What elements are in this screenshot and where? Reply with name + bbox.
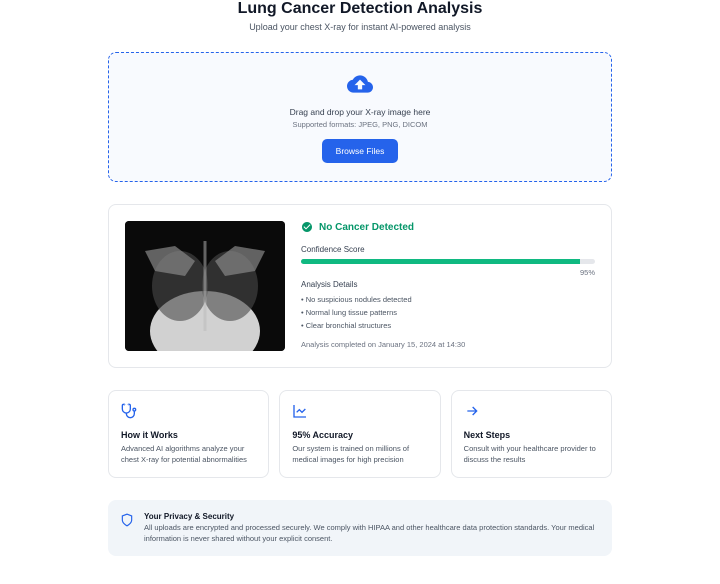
analysis-details-label: Analysis Details	[301, 280, 595, 289]
xray-image	[125, 221, 285, 351]
confidence-percent: 95%	[580, 268, 595, 277]
drop-text: Drag and drop your X-ray image here	[290, 107, 431, 117]
check-circle-icon	[301, 221, 313, 233]
detail-item: • No suspicious nodules detected	[301, 295, 595, 304]
info-card-accuracy: 95% Accuracy Our system is trained on mi…	[279, 390, 440, 478]
confidence-label: Confidence Score	[301, 245, 595, 254]
analysis-timestamp: Analysis completed on January 15, 2024 a…	[301, 340, 595, 349]
info-card-next: Next Steps Consult with your healthcare …	[451, 390, 612, 478]
info-grid: How it Works Advanced AI algorithms anal…	[108, 390, 612, 478]
detail-item: • Clear bronchial structures	[301, 321, 595, 330]
arrow-right-icon	[464, 403, 480, 419]
detail-item: • Normal lung tissue patterns	[301, 308, 595, 317]
result-body: No Cancer Detected Confidence Score 95% …	[301, 221, 595, 351]
cloud-upload-icon	[347, 71, 373, 97]
page-subtitle: Upload your chest X-ray for instant AI-p…	[108, 22, 612, 32]
info-title: 95% Accuracy	[292, 430, 427, 440]
info-card-how: How it Works Advanced AI algorithms anal…	[108, 390, 269, 478]
page-title: Lung Cancer Detection Analysis	[108, 0, 612, 18]
privacy-desc: All uploads are encrypted and processed …	[144, 523, 600, 544]
info-desc: Consult with your healthcare provider to…	[464, 444, 599, 465]
info-desc: Our system is trained on millions of med…	[292, 444, 427, 465]
info-title: How it Works	[121, 430, 256, 440]
browse-files-button[interactable]: Browse Files	[322, 139, 399, 163]
info-desc: Advanced AI algorithms analyze your ches…	[121, 444, 256, 465]
chart-icon	[292, 403, 308, 419]
shield-icon	[120, 513, 134, 527]
privacy-notice: Your Privacy & Security All uploads are …	[108, 500, 612, 556]
formats-text: Supported formats: JPEG, PNG, DICOM	[292, 120, 427, 129]
upload-dropzone[interactable]: Drag and drop your X-ray image here Supp…	[108, 52, 612, 182]
page-header: Lung Cancer Detection Analysis Upload yo…	[108, 0, 612, 32]
results-card: No Cancer Detected Confidence Score 95% …	[108, 204, 612, 368]
privacy-title: Your Privacy & Security	[144, 512, 600, 521]
info-title: Next Steps	[464, 430, 599, 440]
analysis-details-list: • No suspicious nodules detected • Norma…	[301, 295, 595, 330]
result-header: No Cancer Detected	[301, 221, 595, 233]
result-title: No Cancer Detected	[319, 222, 414, 233]
stethoscope-icon	[121, 403, 137, 419]
confidence-bar: 95%	[301, 259, 595, 264]
